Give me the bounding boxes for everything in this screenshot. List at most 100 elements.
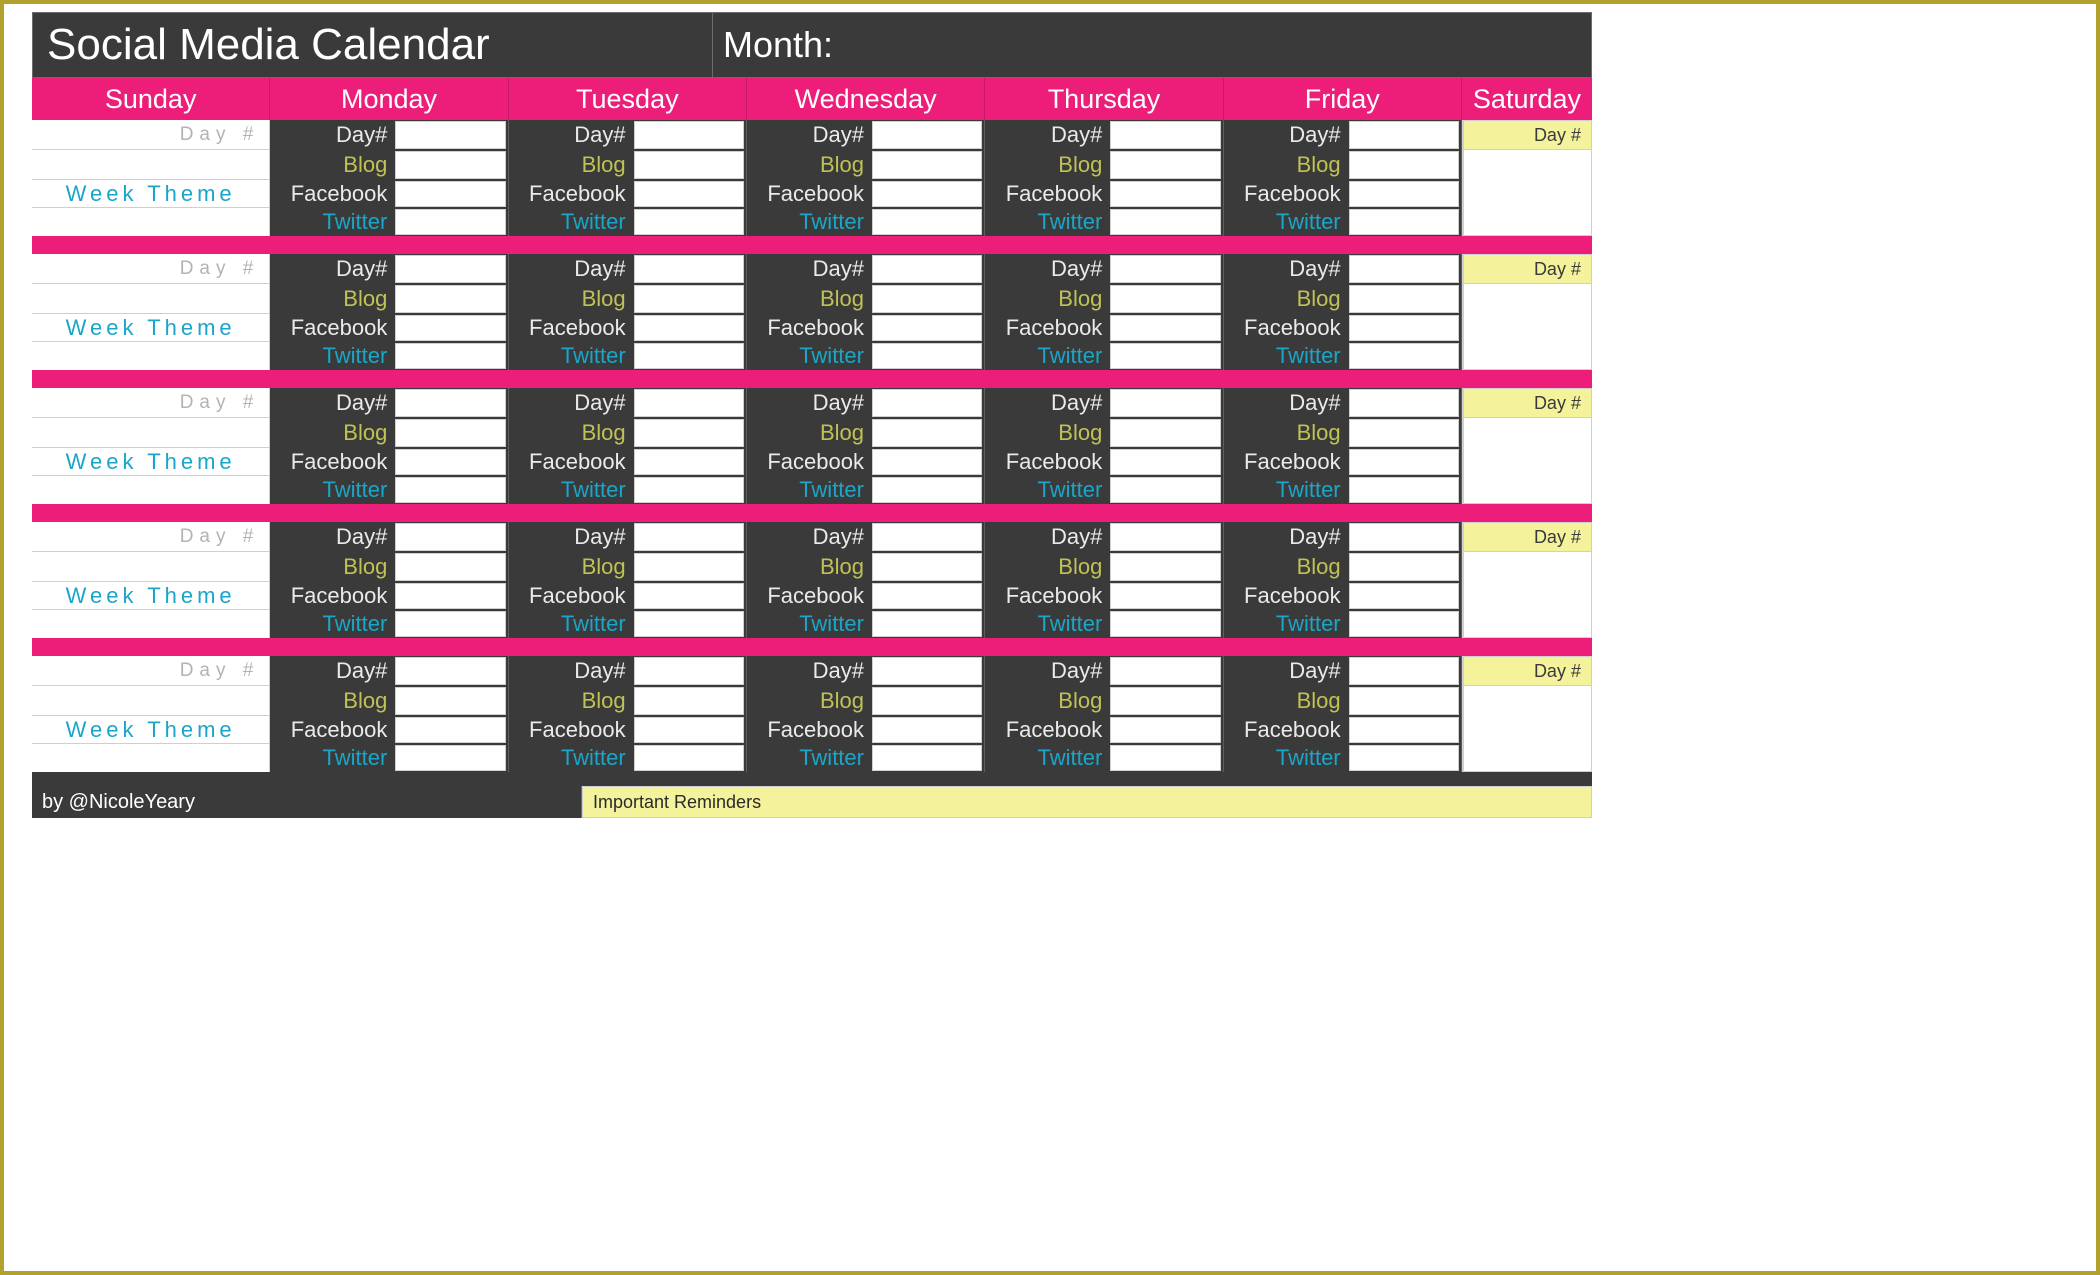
sunday-input-row1[interactable] [32, 418, 269, 448]
twitter-input[interactable] [395, 611, 505, 637]
facebook-input[interactable] [1110, 583, 1220, 609]
blog-input[interactable] [395, 285, 505, 313]
facebook-input[interactable] [395, 583, 505, 609]
sunday-input-row2[interactable] [32, 342, 269, 370]
facebook-input[interactable] [1349, 583, 1459, 609]
day-input[interactable] [1110, 657, 1220, 685]
day-input[interactable] [395, 121, 505, 149]
blog-input[interactable] [1349, 419, 1459, 447]
twitter-input[interactable] [395, 477, 505, 503]
day-input[interactable] [634, 389, 744, 417]
day-input[interactable] [872, 657, 982, 685]
blog-input[interactable] [1110, 151, 1220, 179]
blog-input[interactable] [634, 285, 744, 313]
day-input[interactable] [395, 389, 505, 417]
day-input[interactable] [872, 121, 982, 149]
blog-input[interactable] [872, 687, 982, 715]
day-input[interactable] [1349, 255, 1459, 283]
facebook-input[interactable] [395, 315, 505, 341]
saturday-input[interactable] [1463, 284, 1592, 370]
twitter-input[interactable] [872, 745, 982, 771]
twitter-input[interactable] [634, 209, 744, 235]
blog-input[interactable] [395, 419, 505, 447]
twitter-input[interactable] [634, 477, 744, 503]
day-input[interactable] [1110, 121, 1220, 149]
saturday-input[interactable] [1463, 686, 1592, 772]
blog-input[interactable] [1110, 553, 1220, 581]
twitter-input[interactable] [1110, 343, 1220, 369]
twitter-input[interactable] [1349, 745, 1459, 771]
facebook-input[interactable] [872, 315, 982, 341]
twitter-input[interactable] [1110, 477, 1220, 503]
twitter-input[interactable] [1110, 611, 1220, 637]
facebook-input[interactable] [634, 315, 744, 341]
facebook-input[interactable] [872, 717, 982, 743]
day-input[interactable] [1349, 121, 1459, 149]
twitter-input[interactable] [634, 611, 744, 637]
day-input[interactable] [1349, 523, 1459, 551]
day-input[interactable] [634, 523, 744, 551]
day-input[interactable] [872, 389, 982, 417]
day-input[interactable] [1110, 255, 1220, 283]
facebook-input[interactable] [1110, 717, 1220, 743]
twitter-input[interactable] [872, 209, 982, 235]
twitter-input[interactable] [1110, 745, 1220, 771]
day-input[interactable] [395, 523, 505, 551]
facebook-input[interactable] [1349, 717, 1459, 743]
twitter-input[interactable] [872, 343, 982, 369]
facebook-input[interactable] [634, 181, 744, 207]
sunday-input-row2[interactable] [32, 744, 269, 772]
blog-input[interactable] [1110, 285, 1220, 313]
blog-input[interactable] [1349, 553, 1459, 581]
twitter-input[interactable] [1349, 209, 1459, 235]
sunday-input-row1[interactable] [32, 150, 269, 180]
facebook-input[interactable] [634, 717, 744, 743]
blog-input[interactable] [634, 687, 744, 715]
facebook-input[interactable] [395, 449, 505, 475]
twitter-input[interactable] [395, 209, 505, 235]
day-input[interactable] [1110, 523, 1220, 551]
blog-input[interactable] [634, 553, 744, 581]
facebook-input[interactable] [634, 449, 744, 475]
facebook-input[interactable] [1349, 181, 1459, 207]
day-input[interactable] [395, 255, 505, 283]
blog-input[interactable] [1110, 687, 1220, 715]
blog-input[interactable] [395, 151, 505, 179]
facebook-input[interactable] [872, 449, 982, 475]
day-input[interactable] [1110, 389, 1220, 417]
blog-input[interactable] [872, 151, 982, 179]
facebook-input[interactable] [1110, 181, 1220, 207]
sunday-input-row1[interactable] [32, 552, 269, 582]
twitter-input[interactable] [634, 343, 744, 369]
blog-input[interactable] [395, 687, 505, 715]
facebook-input[interactable] [1349, 315, 1459, 341]
day-input[interactable] [634, 657, 744, 685]
sunday-input-row1[interactable] [32, 686, 269, 716]
twitter-input[interactable] [634, 745, 744, 771]
sunday-input-row2[interactable] [32, 208, 269, 236]
day-input[interactable] [1349, 657, 1459, 685]
twitter-input[interactable] [1110, 209, 1220, 235]
saturday-input[interactable] [1463, 418, 1592, 504]
blog-input[interactable] [1349, 285, 1459, 313]
blog-input[interactable] [634, 151, 744, 179]
facebook-input[interactable] [1110, 449, 1220, 475]
facebook-input[interactable] [395, 181, 505, 207]
facebook-input[interactable] [1110, 315, 1220, 341]
day-input[interactable] [395, 657, 505, 685]
twitter-input[interactable] [1349, 611, 1459, 637]
twitter-input[interactable] [1349, 343, 1459, 369]
blog-input[interactable] [1110, 419, 1220, 447]
day-input[interactable] [872, 523, 982, 551]
twitter-input[interactable] [872, 611, 982, 637]
facebook-input[interactable] [1349, 449, 1459, 475]
blog-input[interactable] [1349, 687, 1459, 715]
facebook-input[interactable] [872, 583, 982, 609]
day-input[interactable] [1349, 389, 1459, 417]
facebook-input[interactable] [634, 583, 744, 609]
facebook-input[interactable] [395, 717, 505, 743]
blog-input[interactable] [395, 553, 505, 581]
facebook-input[interactable] [872, 181, 982, 207]
day-input[interactable] [634, 121, 744, 149]
twitter-input[interactable] [395, 745, 505, 771]
